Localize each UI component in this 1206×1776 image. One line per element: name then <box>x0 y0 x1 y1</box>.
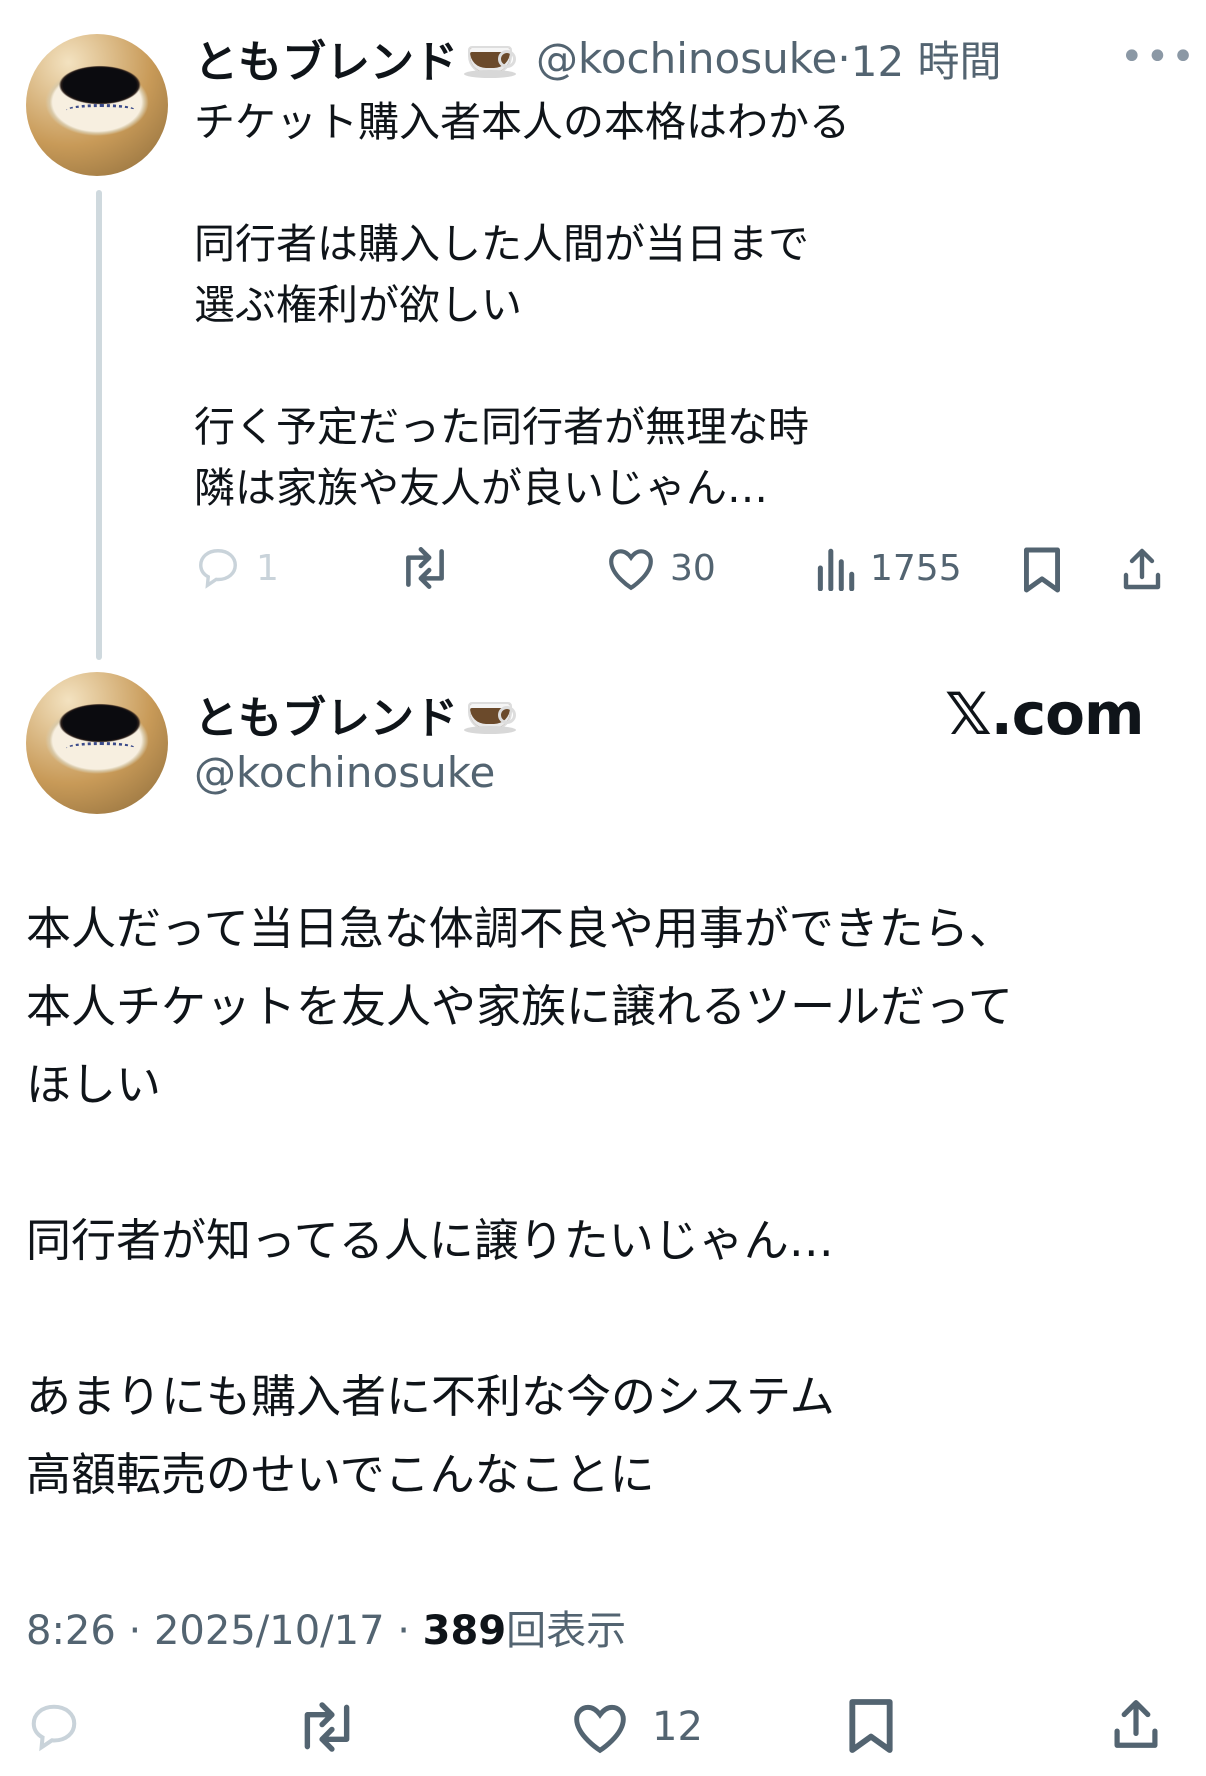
bookmark-button[interactable] <box>1022 545 1062 595</box>
share-button[interactable] <box>1110 1696 1162 1752</box>
reply-icon <box>199 549 237 589</box>
like-button[interactable]: 12 <box>570 1700 703 1754</box>
author-name[interactable]: ともブレンド <box>194 682 458 746</box>
main-author: ともブレンド <box>194 682 516 746</box>
views-label: 回表示 <box>506 1608 627 1654</box>
share-icon <box>1123 548 1161 590</box>
reply-count: 1 <box>256 547 279 589</box>
like-count: 30 <box>670 547 716 589</box>
views-icon <box>817 548 855 591</box>
like-icon <box>574 1704 626 1754</box>
reply-text: チケット購入者本人の本格はわかる 同行者は購入した人間が当日まで 選ぶ権利が欲し… <box>194 98 850 512</box>
view-count: 1755 <box>870 547 962 589</box>
views-button[interactable]: 1755 <box>814 545 962 591</box>
like-icon <box>609 549 653 591</box>
like-button[interactable]: 30 <box>606 545 716 591</box>
retweet-button[interactable] <box>295 1700 359 1754</box>
bookmark-icon <box>849 1699 893 1753</box>
x-logo: 𝕏.com <box>945 680 1144 748</box>
reply-button[interactable]: 1 <box>194 545 279 591</box>
bookmark-icon <box>1023 547 1060 593</box>
retweet-icon <box>406 547 444 589</box>
tweet-time[interactable]: 12 時間 <box>851 28 1002 89</box>
author-handle[interactable]: @kochinosuke <box>194 748 495 797</box>
thread-line <box>96 190 102 660</box>
avatar[interactable] <box>26 672 168 814</box>
coffee-icon <box>464 38 516 78</box>
avatar[interactable] <box>26 34 168 176</box>
share-button[interactable] <box>1120 545 1164 593</box>
retweet-icon <box>304 1702 350 1752</box>
timestamp[interactable]: 8:26 · 2025/10/17 · <box>26 1608 423 1654</box>
like-count: 12 <box>652 1704 703 1750</box>
retweet-button[interactable] <box>398 545 452 591</box>
reply-button[interactable] <box>26 1700 82 1754</box>
bookmark-button[interactable] <box>847 1696 895 1756</box>
share-icon <box>1114 1700 1158 1748</box>
author-handle[interactable]: @kochinosuke <box>536 34 837 83</box>
separator: · <box>837 33 851 83</box>
views-number: 389 <box>422 1608 507 1654</box>
author-name[interactable]: ともブレンド <box>194 26 458 90</box>
main-text: 本人だって当日急な体調不良や用事ができたら、 本人チケットを友人や家族に譲れるツ… <box>26 902 1014 1501</box>
reply-icon <box>31 1704 77 1752</box>
more-icon[interactable]: ••• <box>1120 34 1197 80</box>
tweet-meta: 8:26 · 2025/10/17 · 389回表示 <box>26 1598 626 1656</box>
reply-header: ともブレンド @kochinosuke · 12 時間 <box>194 26 1002 90</box>
coffee-icon <box>464 694 516 734</box>
